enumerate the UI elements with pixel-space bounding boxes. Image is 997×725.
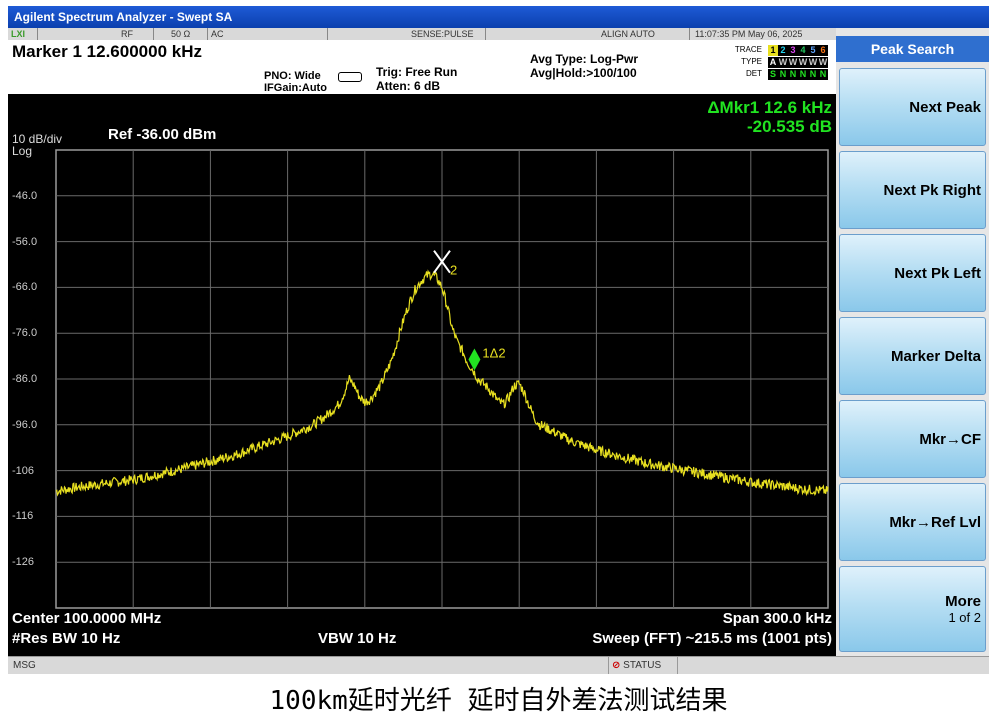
trace-label: TRACE [734, 45, 762, 54]
trace-digits-row: 1 2 3 4 5 6 [768, 45, 828, 56]
type-label: TYPE [741, 57, 762, 66]
type-cell: W [788, 57, 798, 68]
marker-delta-button[interactable]: Marker Delta [839, 317, 986, 395]
y-tick-label: -56.0 [12, 235, 38, 248]
status-label: STATUS [623, 660, 662, 671]
marker-readout[interactable]: Marker 1 12.600000 kHz [12, 42, 202, 62]
det-cell: S [768, 69, 778, 80]
window-title-bar: Agilent Spectrum Analyzer - Swept SA [8, 6, 989, 28]
mkr-to-cf-button[interactable]: Mkr→CF [839, 400, 986, 478]
trace-digit: 5 [808, 45, 818, 56]
type-cell: W [798, 57, 808, 68]
det-row: S N N N N N [768, 69, 828, 80]
ref-level-label[interactable]: Ref -36.00 dBm [108, 126, 216, 143]
trace-digit: 1 [768, 45, 778, 56]
center-frequency[interactable]: Center 100.0000 MHz [12, 610, 161, 627]
vbw[interactable]: VBW 10 Hz [318, 630, 396, 647]
softkey-panel: Peak Search Next Peak Next Pk Right Next… [836, 28, 989, 656]
rf-indicator: RF [118, 28, 154, 40]
softkey-label: Next Pk Right [883, 181, 981, 199]
det-cell: N [798, 69, 808, 80]
y-tick-label: -76.0 [12, 327, 38, 340]
lxi-logo-icon: LXI [8, 28, 38, 40]
type-cell: A [768, 57, 778, 68]
figure-caption: 100km延时光纤 延时自外差法测试结果 [269, 686, 728, 716]
softkey-sublabel: 1 of 2 [948, 610, 981, 625]
mkr-to-ref-lvl-button[interactable]: Mkr→Ref Lvl [839, 483, 986, 561]
softkey-label: Next Peak [909, 98, 981, 116]
span[interactable]: Span 300.0 kHz [723, 610, 832, 627]
status-strip: LXI RF 50 Ω AC SENSE:PULSE ALIGN AUTO 11… [8, 28, 836, 40]
atten-setting: Atten: 6 dB [376, 79, 440, 93]
msg-label: MSG [13, 660, 36, 671]
next-peak-button[interactable]: Next Peak [839, 68, 986, 146]
bottom-annotations: Center 100.0000 MHz #Res BW 10 Hz VBW 10… [8, 606, 836, 656]
measurement-header: Marker 1 12.600000 kHz PNO: Wide IFGain:… [8, 40, 836, 94]
align-indicator: ALIGN AUTO [598, 28, 690, 40]
trigger-setting: Trig: Free Run [376, 65, 458, 79]
type-cell: W [818, 57, 828, 68]
status-indicator[interactable]: ⊘ STATUS [608, 657, 678, 674]
coupling-indicator: AC [208, 28, 328, 40]
ifgain-setting: IFGain:Auto [264, 82, 327, 94]
message-bar: MSG ⊘ STATUS [8, 656, 989, 674]
type-row: A W W W W W [768, 57, 828, 68]
datetime: 11:07:35 PM May 06, 2025 [695, 29, 803, 39]
y-tick-label: -106 [12, 464, 35, 477]
det-cell: N [818, 69, 828, 80]
marker-1-delta-diamond-icon[interactable] [468, 348, 481, 371]
y-tick-label: -66.0 [12, 281, 38, 294]
window-title: Agilent Spectrum Analyzer - Swept SA [14, 10, 233, 24]
softkey-label: Next Pk Left [894, 264, 981, 282]
more-button[interactable]: More 1 of 2 [839, 566, 986, 652]
trace-digit: 6 [818, 45, 828, 56]
type-cell: W [778, 57, 788, 68]
delta-frequency: ΔMkr1 12.6 kHz [707, 98, 832, 117]
pno-setting: PNO: Wide [264, 70, 321, 82]
det-cell: N [788, 69, 798, 80]
softkey-label: Mkr→CF [919, 430, 981, 448]
y-tick-label: -46.0 [12, 189, 38, 202]
next-pk-right-button[interactable]: Next Pk Right [839, 151, 986, 229]
det-cell: N [808, 69, 818, 80]
type-cell: W [808, 57, 818, 68]
spectrum-plot[interactable]: 2 1Δ2 [8, 94, 836, 656]
avg-type: Avg Type: Log-Pwr [530, 52, 638, 66]
log-label: Log [12, 144, 33, 158]
softkey-label: Mkr→Ref Lvl [889, 513, 981, 531]
analyzer-window: Agilent Spectrum Analyzer - Swept SA LXI… [8, 6, 989, 674]
delta-amplitude: -20.535 dB [746, 117, 832, 136]
sweep-info[interactable]: Sweep (FFT) ~215.5 ms (1001 pts) [592, 630, 832, 647]
trace-digit: 2 [778, 45, 788, 56]
det-cell: N [778, 69, 788, 80]
softkey-menu-title: Peak Search [836, 36, 989, 62]
res-bw[interactable]: #Res BW 10 Hz [12, 630, 120, 647]
softkey-label: Marker Delta [890, 347, 981, 365]
trace-digit: 3 [788, 45, 798, 56]
sense-indicator: SENSE:PULSE [408, 28, 486, 40]
y-tick-label: -86.0 [12, 373, 38, 385]
softkey-label: More [945, 593, 981, 610]
next-pk-left-button[interactable]: Next Pk Left [839, 234, 986, 312]
avg-hold: Avg|Hold:>100/100 [530, 66, 637, 80]
status-warning-icon: ⊘ [612, 660, 621, 671]
delta-marker-readout: ΔMkr1 12.6 kHz -20.535 dB [707, 98, 832, 136]
spectrum-display[interactable]: 2 1Δ2 10 dB/div Log Ref -36.00 dBm ΔMkr1 … [8, 94, 836, 656]
y-tick-label: -96.0 [12, 418, 38, 431]
det-label: DET [746, 69, 762, 78]
y-tick-label: -126 [12, 556, 35, 569]
y-tick-label: -116 [12, 510, 34, 523]
trace-digit: 4 [798, 45, 808, 56]
marker-2-label: 2 [450, 263, 457, 278]
impedance-indicator: 50 Ω [168, 28, 208, 40]
pno-arrow-icon [338, 72, 362, 82]
marker-1-delta-label: 1Δ2 [482, 346, 505, 361]
